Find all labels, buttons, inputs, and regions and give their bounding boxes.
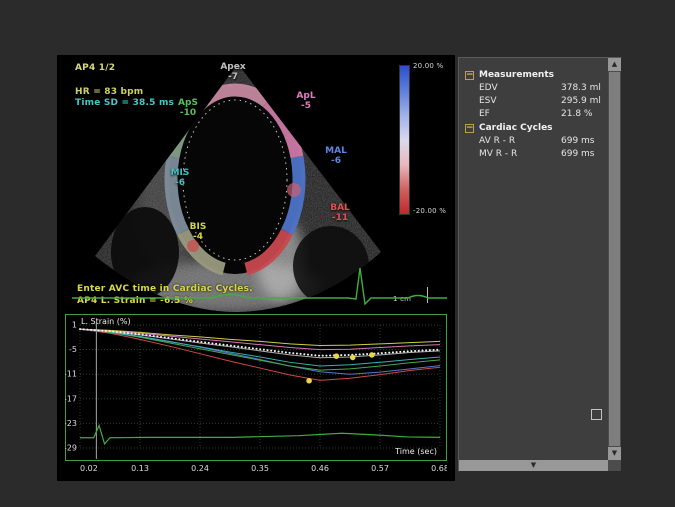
collapse-icon[interactable]: − [465, 124, 474, 133]
svg-text:1: 1 [72, 321, 77, 330]
colorbar-max-label: 20.00 % [413, 62, 443, 70]
svg-text:0.13: 0.13 [131, 464, 149, 473]
segment-label-apex: Apex-7 [210, 62, 256, 82]
svg-text:0.68: 0.68 [431, 464, 447, 473]
scrollbar-thumb[interactable] [609, 72, 620, 446]
heart-rate-label: HR = 83 bpm [75, 87, 143, 97]
measurement-row-esv: ESV 295.9 ml [459, 95, 607, 108]
group-label: Cardiac Cycles [479, 123, 553, 133]
measurement-row-ef: EF 21.8 % [459, 108, 607, 121]
measurement-value: 295.9 ml [561, 95, 601, 108]
vertical-scrollbar[interactable]: ▲ ▼ [608, 58, 621, 471]
time-sd-label: Time SD = 38.5 ms [75, 98, 174, 108]
group-header-measurements[interactable]: − Measurements [459, 68, 607, 82]
measurement-label: ESV [479, 96, 497, 106]
scroll-up-icon[interactable]: ▲ [608, 58, 621, 71]
measurement-row-edv: EDV 378.3 ml [459, 82, 607, 95]
bottom-scrollbar[interactable]: ▼ [459, 460, 608, 471]
chart-title: L. Strain (%) [81, 317, 131, 326]
svg-text:0.57: 0.57 [371, 464, 389, 473]
ecg-trace [72, 260, 447, 310]
measurement-value: 699 ms [561, 135, 595, 148]
measurement-row-av-rr: AV R - R 699 ms [459, 135, 607, 148]
measurement-label: EDV [479, 83, 498, 93]
group-label: Measurements [479, 70, 554, 80]
imaging-area: AP4 1/2 HR = 83 bpm Time SD = 38.5 ms Ap… [57, 55, 455, 481]
chart-canvas: 1 -5 -11 -17 -23 -29 0.02 0.13 0.24 0.35 0.46 0.57 0… [65, 314, 447, 475]
chart-xlabel: Time (sec) [395, 447, 437, 456]
segment-label-mal: MAL-6 [313, 146, 359, 166]
scroll-down-icon[interactable]: ▼ [608, 447, 621, 460]
svg-text:-29: -29 [65, 444, 77, 453]
segment-label-bis: BIS-4 [175, 222, 221, 242]
colorbar-min-label: -20.00 % [413, 207, 446, 215]
svg-text:0.02: 0.02 [80, 464, 98, 473]
svg-text:-11: -11 [65, 370, 77, 379]
measurement-value: 378.3 ml [561, 82, 601, 95]
strain-colorbar [399, 65, 410, 215]
measurement-value: 21.8 % [561, 108, 592, 121]
svg-text:-23: -23 [65, 419, 77, 428]
segment-label-mis: MIS-6 [157, 168, 203, 188]
view-label: AP4 1/2 [75, 63, 115, 73]
segment-label-aps: ApS-10 [165, 98, 211, 118]
svg-text:-17: -17 [65, 394, 77, 403]
segment-label-bal: BAL-11 [317, 203, 363, 223]
svg-text:0.35: 0.35 [251, 464, 269, 473]
measurement-value: 699 ms [561, 148, 595, 161]
strain-chart: 1 -5 -11 -17 -23 -29 0.02 0.13 0.24 0.35 0.46 0.57 0… [65, 314, 447, 475]
svg-text:0.24: 0.24 [191, 464, 209, 473]
measurement-label: EF [479, 109, 490, 119]
collapse-icon[interactable]: − [465, 71, 474, 80]
svg-text:-5: -5 [69, 345, 77, 354]
measurement-label: AV R - R [479, 136, 515, 146]
measurements-panel: − Measurements EDV 378.3 ml ESV 295.9 ml… [458, 57, 622, 472]
small-square-button[interactable] [591, 409, 602, 420]
segment-label-apl: ApL-5 [283, 91, 329, 111]
svg-text:0.46: 0.46 [311, 464, 329, 473]
measurement-label: MV R - R [479, 149, 517, 159]
measurement-row-mv-rr: MV R - R 699 ms [459, 148, 607, 161]
group-header-cardiac-cycles[interactable]: − Cardiac Cycles [459, 121, 607, 135]
panel-content: − Measurements EDV 378.3 ml ESV 295.9 ml… [459, 68, 607, 161]
